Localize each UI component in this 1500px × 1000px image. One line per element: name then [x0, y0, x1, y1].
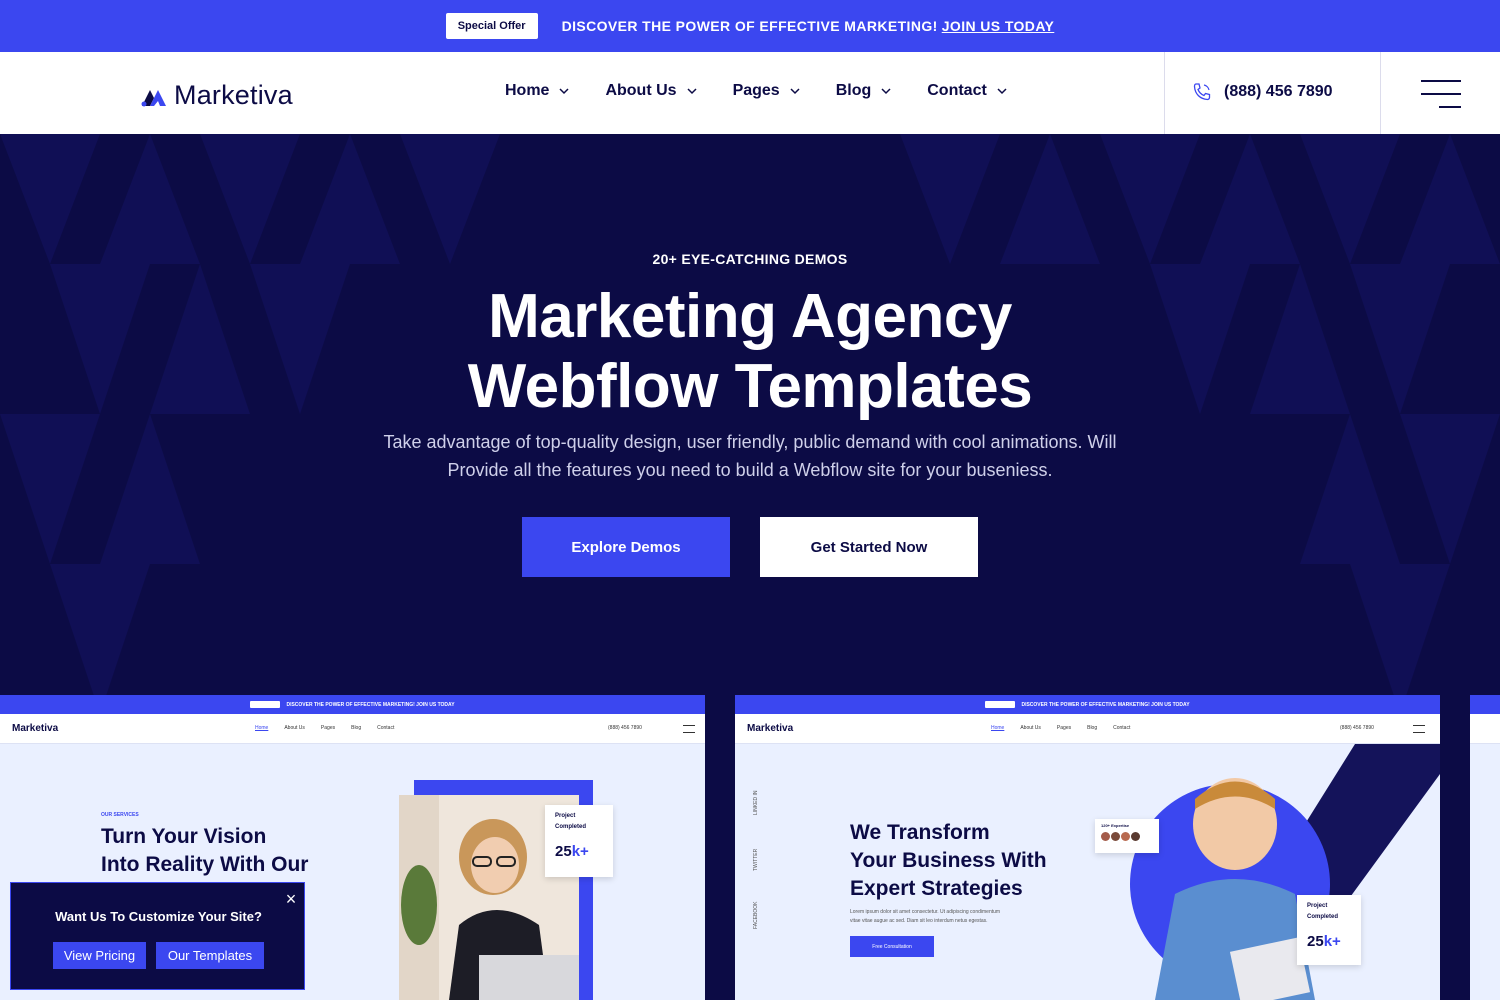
mini-nav: Home About Us Pages Blog Contact	[255, 725, 395, 731]
mini-header: Marketiva Home About Us Pages Blog Conta…	[0, 714, 705, 744]
hero-eyebrow: 20+ EYE-CATCHING DEMOS	[652, 251, 848, 267]
hero-section: 20+ EYE-CATCHING DEMOS Marketing Agency …	[0, 134, 1500, 1000]
hero-title: Marketing Agency Webflow Templates	[467, 282, 1033, 421]
mini-logo: Marketiva	[747, 723, 794, 734]
special-offer-badge: Special Offer	[445, 13, 538, 39]
main-header: Marketiva Home About Us Pages Blog Conta…	[0, 52, 1500, 134]
phone-link[interactable]: (888) 456 7890	[1192, 82, 1333, 102]
primary-nav: Home About Us Pages Blog Contact	[505, 82, 1007, 100]
header-divider	[1380, 52, 1381, 134]
mini-nav: Home About Us Pages Blog Contact	[991, 725, 1131, 731]
header-divider	[1164, 52, 1165, 134]
free-consultation-button: Free Consultation	[850, 936, 934, 957]
close-icon[interactable]: ×	[283, 890, 299, 908]
chevron-down-icon	[687, 88, 697, 95]
logo[interactable]: Marketiva	[140, 80, 293, 111]
project-stat-card: Project Completed 25k+	[545, 805, 613, 877]
view-pricing-button[interactable]: View Pricing	[53, 942, 146, 969]
hamburger-menu-icon[interactable]	[1421, 80, 1461, 108]
announcement-text: DISCOVER THE POWER OF EFFECTIVE MARKETIN…	[561, 18, 1055, 34]
project-stat-card: Project Completed 25k+	[1297, 895, 1361, 965]
get-started-button[interactable]: Get Started Now	[760, 517, 978, 577]
mini-logo: Marketiva	[12, 723, 59, 734]
demo-preview-card-3[interactable]	[1470, 695, 1500, 1000]
mini-announcement-bar: DISCOVER THE POWER OF EFFECTIVE MARKETIN…	[0, 695, 705, 714]
join-us-link[interactable]: JOIN US TODAY	[942, 18, 1055, 34]
hero-description: Take advantage of top-quality design, us…	[383, 432, 1117, 480]
chevron-down-icon	[997, 88, 1007, 95]
demo2-body: Lorem ipsum dolor sit amet consectetur. …	[850, 909, 1001, 924]
mini-hamburger-icon	[1413, 725, 1425, 733]
mini-header: Marketiva Home About Us Pages Blog Conta…	[735, 714, 1440, 744]
nav-item-home[interactable]: Home	[505, 82, 569, 100]
expertise-card: 120+ Expertise	[1095, 819, 1159, 853]
logo-mark-icon	[141, 89, 166, 106]
our-templates-button[interactable]: Our Templates	[156, 942, 264, 969]
chevron-down-icon	[790, 88, 800, 95]
announcement-bar: Special Offer DISCOVER THE POWER OF EFFE…	[0, 0, 1500, 52]
mini-hamburger-icon	[683, 725, 695, 733]
explore-demos-button[interactable]: Explore Demos	[522, 517, 730, 577]
nav-item-blog[interactable]: Blog	[836, 82, 892, 100]
demo2-heading: We Transform Your Business With Expert S…	[850, 821, 1047, 900]
logo-text: Marketiva	[174, 80, 293, 110]
nav-item-pages[interactable]: Pages	[733, 82, 800, 100]
nav-item-contact[interactable]: Contact	[927, 82, 1007, 100]
chevron-down-icon	[559, 88, 569, 95]
demo-preview-card-2[interactable]: DISCOVER THE POWER OF EFFECTIVE MARKETIN…	[735, 695, 1440, 1000]
customize-site-popup: × Want Us To Customize Your Site? View P…	[10, 882, 305, 990]
phone-icon	[1193, 83, 1211, 101]
chevron-down-icon	[881, 88, 891, 95]
nav-item-about[interactable]: About Us	[605, 82, 697, 100]
popup-title: Want Us To Customize Your Site?	[55, 909, 262, 924]
mini-announcement-bar: DISCOVER THE POWER OF EFFECTIVE MARKETIN…	[735, 695, 1440, 714]
demo1-heading: Turn Your Vision Into Reality With Our	[101, 825, 309, 876]
